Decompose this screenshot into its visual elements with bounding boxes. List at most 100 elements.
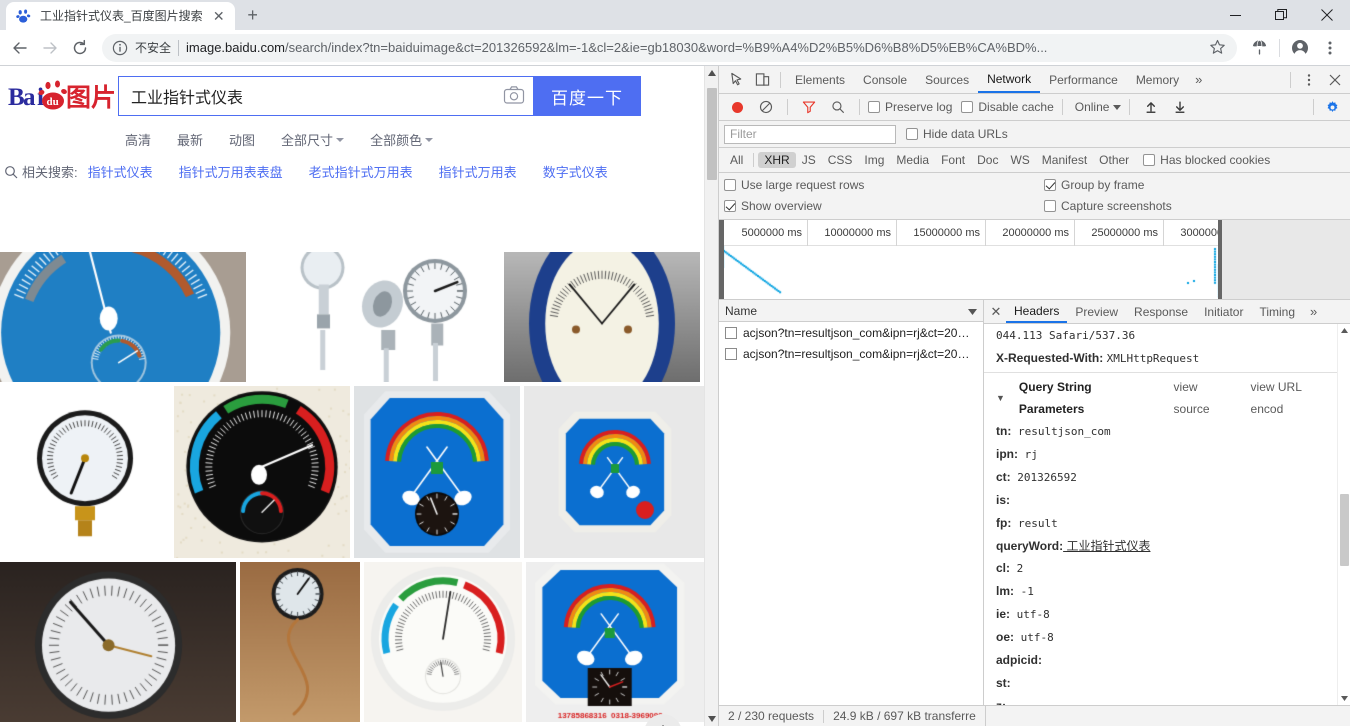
forward-arrow-icon[interactable] bbox=[36, 34, 64, 62]
type-filter-all[interactable]: All bbox=[724, 152, 749, 168]
disable-cache-checkbox[interactable]: Disable cache bbox=[961, 100, 1053, 114]
search-input[interactable]: 工业指针式仪表 bbox=[118, 76, 533, 116]
use-large-request-rows-checkbox[interactable]: Use large request rows bbox=[724, 178, 1044, 192]
related-link[interactable]: 数字式仪表 bbox=[543, 162, 608, 181]
table-row[interactable]: acjson?tn=resultjson_com&ipn=rj&ct=20… bbox=[719, 322, 983, 343]
three-dot-menu-icon[interactable] bbox=[1296, 67, 1322, 93]
image-result[interactable] bbox=[250, 252, 500, 382]
filter-input[interactable]: Filter bbox=[724, 125, 896, 144]
view-source-link[interactable]: view source bbox=[1174, 376, 1237, 420]
gear-icon[interactable] bbox=[1319, 94, 1345, 120]
close-icon[interactable] bbox=[1304, 0, 1350, 30]
browser-tab[interactable]: 工业指针式仪表_百度图片搜索 ✕ bbox=[6, 2, 235, 30]
image-result[interactable] bbox=[364, 562, 522, 722]
scroll-up-arrow-icon[interactable] bbox=[705, 66, 718, 80]
detail-scrollbar[interactable] bbox=[1337, 324, 1350, 705]
overview-window-right-handle[interactable] bbox=[1218, 220, 1222, 299]
tab-response[interactable]: Response bbox=[1126, 300, 1196, 323]
image-result[interactable] bbox=[174, 386, 350, 558]
filter-latest[interactable]: 最新 bbox=[177, 130, 203, 149]
more-tabs-icon[interactable]: » bbox=[1188, 72, 1209, 87]
camera-icon[interactable] bbox=[503, 85, 525, 107]
type-filter-js[interactable]: JS bbox=[796, 152, 822, 168]
image-result[interactable] bbox=[0, 252, 246, 382]
related-link[interactable]: 指针式仪表 bbox=[88, 162, 153, 181]
baidu-logo[interactable]: B a i du 图片 bbox=[8, 76, 118, 116]
record-button-icon[interactable] bbox=[724, 94, 750, 120]
filter-hd[interactable]: 高清 bbox=[125, 130, 151, 149]
type-filter-ws[interactable]: WS bbox=[1004, 152, 1035, 168]
overview-window-left-handle[interactable] bbox=[719, 220, 724, 299]
account-avatar-icon[interactable] bbox=[1286, 34, 1314, 62]
hide-data-urls-checkbox[interactable]: Hide data URLs bbox=[906, 127, 1008, 141]
tab-sources[interactable]: Sources bbox=[916, 66, 978, 93]
type-filter-doc[interactable]: Doc bbox=[971, 152, 1004, 168]
tab-timing[interactable]: Timing bbox=[1251, 300, 1303, 323]
parachute-icon[interactable] bbox=[1245, 34, 1273, 62]
tab-initiator[interactable]: Initiator bbox=[1196, 300, 1251, 323]
type-filter-media[interactable]: Media bbox=[890, 152, 935, 168]
filter-funnel-icon[interactable] bbox=[796, 94, 822, 120]
image-result[interactable] bbox=[0, 562, 236, 722]
sort-descending-icon[interactable] bbox=[968, 304, 977, 318]
type-filter-manifest[interactable]: Manifest bbox=[1036, 152, 1093, 168]
related-link[interactable]: 老式指针式万用表 bbox=[309, 162, 413, 181]
search-button[interactable]: 百度一下 bbox=[533, 76, 641, 116]
related-link[interactable]: 指针式万用表 bbox=[439, 162, 517, 181]
tab-preview[interactable]: Preview bbox=[1067, 300, 1126, 323]
type-filter-img[interactable]: Img bbox=[858, 152, 890, 168]
image-result[interactable] bbox=[524, 386, 704, 558]
view-url-encoded-link[interactable]: view URL encod bbox=[1251, 376, 1337, 420]
tab-elements[interactable]: Elements bbox=[786, 66, 854, 93]
capture-screenshots-checkbox[interactable]: Capture screenshots bbox=[1044, 199, 1345, 213]
filter-color[interactable]: 全部颜色 bbox=[370, 130, 433, 149]
network-overview-timeline[interactable]: 5000000 ms 10000000 ms 15000000 ms 20000… bbox=[719, 220, 1350, 300]
type-filter-other[interactable]: Other bbox=[1093, 152, 1135, 168]
search-icon[interactable] bbox=[825, 94, 851, 120]
image-result[interactable] bbox=[504, 252, 700, 382]
reload-icon[interactable] bbox=[66, 34, 94, 62]
throttling-select[interactable]: Online bbox=[1071, 100, 1122, 114]
request-list-header[interactable]: Name bbox=[719, 300, 983, 322]
back-arrow-icon[interactable] bbox=[6, 34, 34, 62]
show-overview-checkbox[interactable]: Show overview bbox=[724, 199, 1044, 213]
type-filter-xhr[interactable]: XHR bbox=[758, 152, 795, 168]
image-result[interactable] bbox=[354, 386, 520, 558]
scroll-down-arrow-icon[interactable] bbox=[705, 712, 718, 726]
group-by-frame-checkbox[interactable]: Group by frame bbox=[1044, 178, 1345, 192]
image-result[interactable] bbox=[240, 562, 360, 722]
image-result[interactable] bbox=[526, 562, 704, 722]
clear-icon[interactable] bbox=[753, 94, 779, 120]
filter-size[interactable]: 全部尺寸 bbox=[281, 130, 344, 149]
inspect-element-icon[interactable] bbox=[723, 67, 749, 93]
type-filter-css[interactable]: CSS bbox=[822, 152, 859, 168]
has-blocked-cookies-checkbox[interactable]: Has blocked cookies bbox=[1143, 153, 1270, 167]
tab-performance[interactable]: Performance bbox=[1040, 66, 1127, 93]
scroll-up-arrow-icon[interactable] bbox=[1338, 324, 1350, 337]
maximize-icon[interactable] bbox=[1258, 0, 1304, 30]
related-link[interactable]: 指针式万用表表盘 bbox=[179, 162, 283, 181]
new-tab-button[interactable]: + bbox=[239, 1, 267, 29]
tab-headers[interactable]: Headers bbox=[1006, 300, 1067, 323]
preserve-log-checkbox[interactable]: Preserve log bbox=[868, 100, 952, 114]
page-scrollbar[interactable] bbox=[704, 66, 718, 726]
close-icon[interactable] bbox=[1322, 67, 1348, 93]
close-icon[interactable]: ✕ bbox=[986, 304, 1006, 320]
more-detail-tabs-icon[interactable]: » bbox=[1303, 304, 1324, 319]
minimize-icon[interactable] bbox=[1212, 0, 1258, 30]
export-har-icon[interactable] bbox=[1167, 94, 1193, 120]
table-row[interactable]: acjson?tn=resultjson_com&ipn=rj&ct=20… bbox=[719, 343, 983, 364]
type-filter-font[interactable]: Font bbox=[935, 152, 971, 168]
tab-network[interactable]: Network bbox=[978, 66, 1040, 93]
import-har-icon[interactable] bbox=[1138, 94, 1164, 120]
three-dot-menu-icon[interactable] bbox=[1316, 34, 1344, 62]
image-result[interactable] bbox=[0, 386, 170, 558]
filter-animated[interactable]: 动图 bbox=[229, 130, 255, 149]
scrollbar-thumb[interactable] bbox=[707, 88, 717, 180]
scroll-down-arrow-icon[interactable] bbox=[1338, 692, 1350, 705]
star-icon[interactable] bbox=[1203, 34, 1231, 62]
tab-close-icon[interactable]: ✕ bbox=[211, 8, 227, 24]
address-bar[interactable]: 不安全 image.baidu.com/search/index?tn=baid… bbox=[102, 34, 1237, 62]
tab-console[interactable]: Console bbox=[854, 66, 916, 93]
query-string-parameters-header[interactable]: ▼ Query String Parameters view source vi… bbox=[996, 376, 1337, 420]
